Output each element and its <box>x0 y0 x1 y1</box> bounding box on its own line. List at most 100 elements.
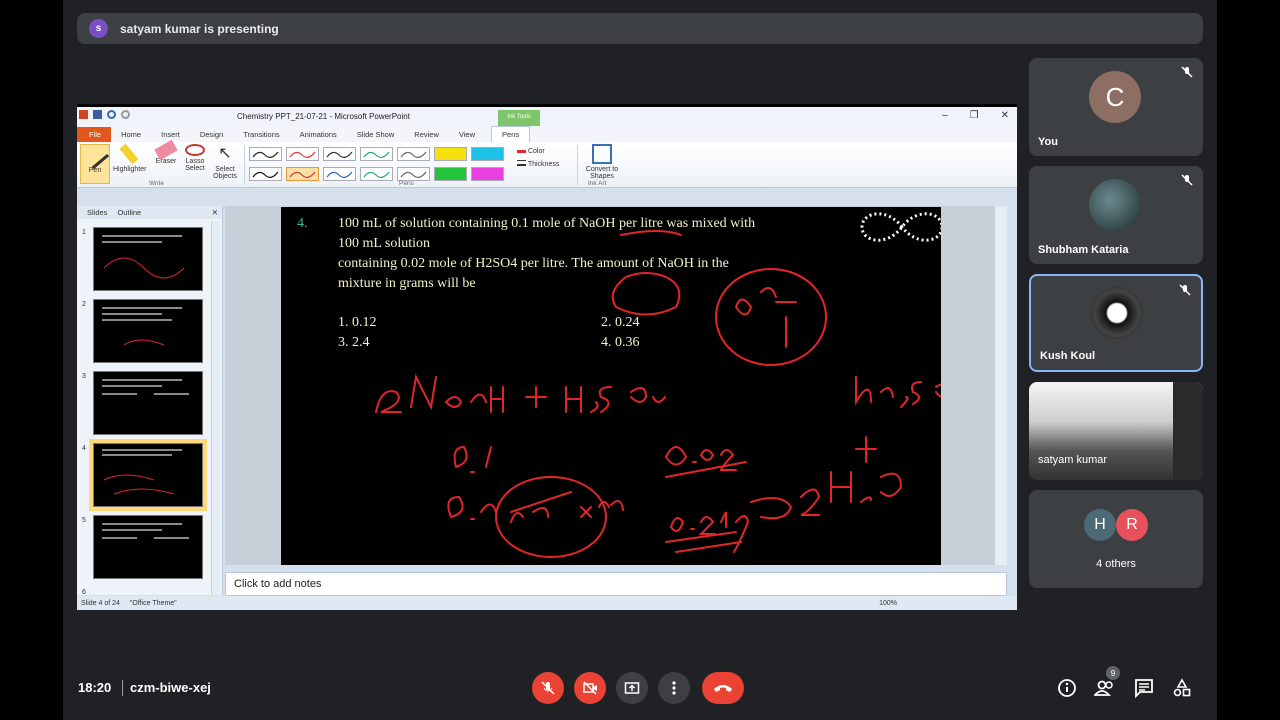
avatar: C <box>1089 71 1141 123</box>
presenting-text: satyam kumar is presenting <box>120 21 279 36</box>
thumbnail-list: 1 2 3 4 5 6 <box>77 221 209 595</box>
thumb-number: 4 <box>82 445 86 452</box>
redo-icon <box>121 110 130 119</box>
highlighter-label: Highlighter <box>113 166 147 173</box>
slides-outline-tabs: Slides Outline ✕ <box>77 206 222 219</box>
pen-style-swatch <box>360 147 393 161</box>
pen-style-swatch <box>323 167 356 181</box>
present-button[interactable] <box>616 672 648 704</box>
highlighter-tool: Highlighter <box>113 143 147 173</box>
chat-button[interactable] <box>1132 676 1156 700</box>
participant-name: Shubham Kataria <box>1038 244 1129 256</box>
camera-toggle-button[interactable] <box>574 672 606 704</box>
thumb-number: 3 <box>82 373 86 380</box>
thumb-number: 5 <box>82 517 86 524</box>
meeting-details-button[interactable] <box>1055 676 1079 700</box>
thumb-ink <box>102 449 182 495</box>
group-pens-label: Pens <box>399 180 414 187</box>
eraser-tool: Eraser <box>151 139 181 165</box>
slide-editor: 4. 100 mL of solution containing 0.1 mol… <box>225 206 1007 565</box>
thumb-ink <box>102 523 189 539</box>
tab-review: Review <box>414 130 439 139</box>
quick-access-toolbar <box>79 110 130 119</box>
participant-name: You <box>1038 136 1058 148</box>
pen-style-swatch <box>249 147 282 161</box>
activities-button[interactable] <box>1170 676 1194 700</box>
undo-icon <box>107 110 116 119</box>
others-label: 4 others <box>1096 558 1136 570</box>
ppt-statusbar: Slide 4 of 24 "Office Theme" 100% <box>77 596 1017 610</box>
minimize-icon: – <box>942 110 948 121</box>
status-theme: "Office Theme" <box>129 599 177 607</box>
thumb-number: 2 <box>82 301 86 308</box>
ribbon-tabs: File Home Insert Design Transitions Anim… <box>77 126 1017 142</box>
tab-view: View <box>458 130 475 139</box>
thumbnail-scrollbar <box>211 221 220 595</box>
participant-tile-satyam[interactable]: satyam kumar <box>1029 382 1203 480</box>
pen-style-swatch <box>397 167 430 181</box>
pen-style-swatch <box>360 167 393 181</box>
leave-call-button[interactable] <box>702 672 744 704</box>
mic-off-icon <box>1181 174 1193 186</box>
participant-tile-kush[interactable]: Kush Koul <box>1029 274 1203 372</box>
save-icon <box>93 110 102 119</box>
tab-file: File <box>77 127 112 142</box>
chat-icon <box>1135 679 1153 698</box>
hang-up-icon <box>714 685 732 692</box>
present-screen-icon <box>624 682 640 694</box>
pen-style-swatch <box>286 167 319 181</box>
editor-scrollbar <box>995 206 1007 565</box>
participant-name: satyam kumar <box>1038 454 1108 466</box>
thickness-label: Thickness <box>527 161 560 168</box>
ribbon-separator <box>577 145 578 185</box>
cursor-icon: ↖ <box>218 145 232 162</box>
camera-off-icon <box>583 681 597 695</box>
meeting-time: 18:20 <box>78 680 112 695</box>
slide-thumbnail-1 <box>93 227 203 291</box>
lasso-label: Lasso Select <box>185 158 205 172</box>
participant-tile-others[interactable]: H R 4 others <box>1029 490 1203 588</box>
ribbon-separator <box>244 145 245 185</box>
pen-icon <box>80 140 110 170</box>
divider <box>122 680 123 696</box>
tab-home: Home <box>121 130 142 139</box>
ink-tools-label: Ink Tools <box>498 110 540 126</box>
slide-thumbnail-3 <box>93 371 203 435</box>
tab-design: Design <box>199 130 224 139</box>
thumb-number: 6 <box>82 589 86 595</box>
close-icon: ✕ <box>1000 110 1009 121</box>
color-label: Color <box>527 148 545 155</box>
mic-toggle-button[interactable] <box>532 672 564 704</box>
presenter-avatar: s <box>89 19 108 38</box>
video-feed <box>1173 382 1203 480</box>
slides-panel: Slides Outline ✕ 1 2 3 4 5 6 <box>77 206 223 595</box>
ppt-title: Chemistry PPT_21-07-21 - Microsoft Power… <box>237 112 410 121</box>
color-dropdown: Color <box>517 145 545 155</box>
meet-stage: s satyam kumar is presenting Chemistry P… <box>63 0 1217 720</box>
close-panel-icon: ✕ <box>211 208 218 217</box>
participant-tile-shubham[interactable]: Shubham Kataria <box>1029 166 1203 264</box>
people-count-badge: 9 <box>1106 666 1120 680</box>
pen-style-swatch <box>397 147 430 161</box>
meeting-code: czm-biwe-xej <box>130 680 211 695</box>
more-options-button[interactable] <box>658 672 690 704</box>
thumb-ink <box>102 379 189 395</box>
pen-style-swatch <box>249 167 282 181</box>
thumb-ink <box>102 307 182 346</box>
thickness-dropdown: Thickness <box>517 160 559 168</box>
others-avatar: R <box>1116 509 1148 541</box>
participant-tile-you[interactable]: C You <box>1029 58 1203 156</box>
shared-screen: Chemistry PPT_21-07-21 - Microsoft Power… <box>77 104 1017 610</box>
slide-thumbnail-2 <box>93 299 203 363</box>
avatar <box>1091 287 1143 339</box>
ribbon: Pen Highlighter Eraser Lasso Select ↖ Se… <box>77 139 1017 188</box>
ppt-titlebar: Chemistry PPT_21-07-21 - Microsoft Power… <box>77 107 1017 126</box>
pen-style-swatch <box>471 167 504 181</box>
thumb-number: 1 <box>82 229 86 236</box>
status-slide-count: Slide 4 of 24 <box>81 599 120 607</box>
tab-transitions: Transitions <box>243 130 280 139</box>
info-icon <box>1058 679 1076 697</box>
convert-to-shapes-tool: Convert to Shapes <box>582 144 622 180</box>
tab-animations: Animations <box>299 130 337 139</box>
convert-label: Convert to Shapes <box>585 166 619 180</box>
